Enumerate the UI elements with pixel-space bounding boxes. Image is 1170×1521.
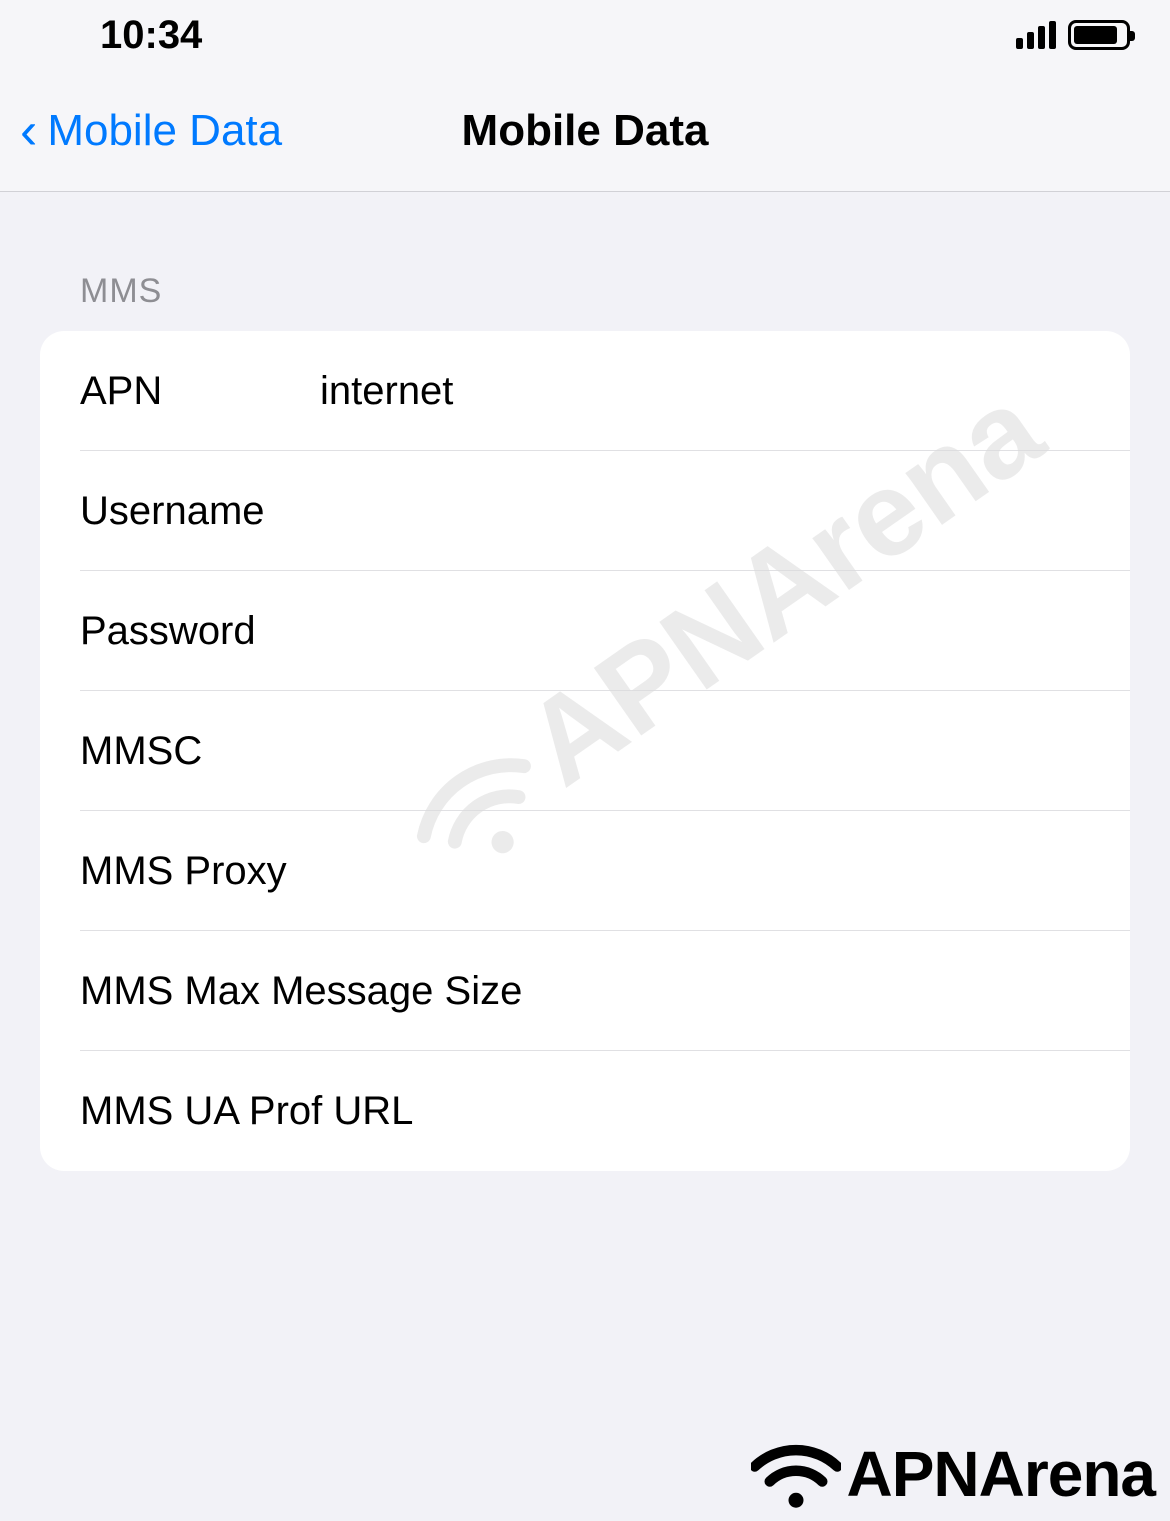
row-mms-proxy[interactable]: MMS Proxy (40, 811, 1130, 931)
status-time: 10:34 (100, 13, 202, 58)
cellular-signal-icon (1016, 21, 1056, 49)
chevron-left-icon: ‹ (20, 105, 37, 157)
section-header-mms: MMS (80, 272, 1130, 311)
row-username[interactable]: Username (40, 451, 1130, 571)
back-button[interactable]: ‹ Mobile Data (20, 105, 282, 157)
back-label: Mobile Data (47, 106, 282, 156)
settings-group-mms: APN internet Username Password MMSC MMS … (40, 331, 1130, 1171)
status-icons (1016, 20, 1130, 50)
footer-logo: APNArena (751, 1437, 1155, 1511)
row-password[interactable]: Password (40, 571, 1130, 691)
label-username: Username (80, 489, 320, 534)
row-mmsc[interactable]: MMSC (40, 691, 1130, 811)
label-apn: APN (80, 369, 320, 414)
wifi-icon (751, 1439, 841, 1509)
row-mms-ua-prof[interactable]: MMS UA Prof URL (40, 1051, 1130, 1171)
row-mms-max-size[interactable]: MMS Max Message Size (40, 931, 1130, 1051)
label-mms-max-size: MMS Max Message Size (80, 969, 522, 1014)
nav-bar: ‹ Mobile Data Mobile Data (0, 70, 1170, 192)
label-mmsc: MMSC (80, 729, 320, 774)
page-title: Mobile Data (462, 106, 709, 156)
footer-text: APNArena (846, 1437, 1155, 1511)
status-bar: 10:34 (0, 0, 1170, 70)
label-mms-proxy: MMS Proxy (80, 849, 287, 894)
content: MMS APN internet Username Password MMSC … (0, 192, 1170, 1171)
label-password: Password (80, 609, 320, 654)
value-apn[interactable]: internet (320, 369, 453, 414)
row-apn[interactable]: APN internet (40, 331, 1130, 451)
label-mms-ua-prof: MMS UA Prof URL (80, 1089, 413, 1134)
battery-icon (1068, 20, 1130, 50)
